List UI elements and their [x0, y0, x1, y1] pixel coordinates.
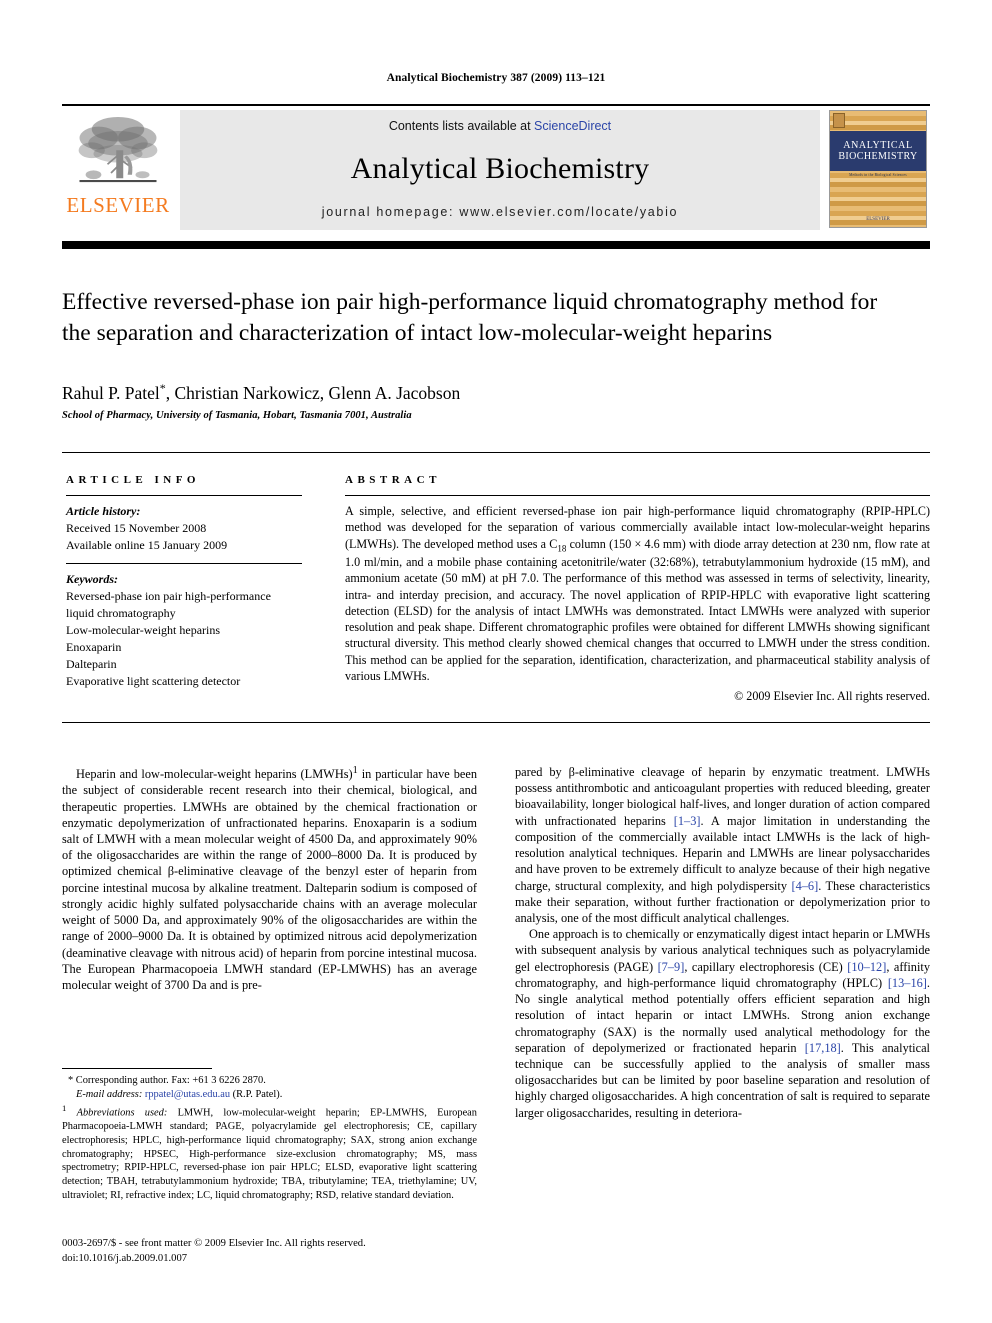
cover-title-line2: BIOCHEMISTRY	[838, 151, 918, 162]
reference-link[interactable]: [10–12]	[847, 960, 886, 974]
abstract-heading: ABSTRACT	[345, 474, 441, 486]
article-info-heading: ARTICLE INFO	[66, 474, 200, 486]
keyword-item: Enoxaparin	[66, 640, 122, 655]
keyword-item: Evaporative light scattering detector	[66, 674, 241, 689]
article-history-received: Received 15 November 2008	[66, 521, 207, 536]
elsevier-logo: ELSEVIER	[62, 106, 174, 234]
abstract-column: ABSTRACT A simple, selective, and effici…	[345, 474, 930, 704]
body-paragraph: One approach is to chemically or enzymat…	[515, 926, 930, 1121]
affiliation: School of Pharmacy, University of Tasman…	[62, 410, 412, 421]
article-info-rule-2	[66, 563, 302, 565]
footnote-block: * Corresponding author. Fax: +61 3 6226 …	[62, 1074, 477, 1203]
article-history-online: Available online 15 January 2009	[66, 538, 228, 553]
body-paragraph: pared by β-eliminative cleavage of hepar…	[515, 764, 930, 926]
abstract-body: A simple, selective, and efficient rever…	[345, 503, 930, 684]
footnote-marker: 1	[62, 1102, 67, 1113]
reference-link[interactable]: [4–6]	[791, 879, 818, 893]
abstract-copyright: © 2009 Elsevier Inc. All rights reserved…	[734, 689, 930, 704]
keyword-item: liquid chromatography	[66, 606, 176, 621]
journal-title: Analytical Biochemistry	[350, 152, 650, 185]
abbreviations-label: Abbreviations used:	[76, 1107, 168, 1119]
contents-prefix: Contents lists available at	[388, 119, 535, 133]
sciencedirect-link[interactable]: ScienceDirect	[534, 119, 611, 133]
elsevier-wordmark: ELSEVIER	[66, 193, 170, 217]
footnote-abbreviations: 1 Abbreviations used: LMWH, low-molecula…	[62, 1103, 477, 1203]
running-head: Analytical Biochemistry 387 (2009) 113–1…	[386, 72, 606, 84]
reference-link[interactable]: [17,18]	[805, 1041, 841, 1055]
keyword-item: Dalteparin	[66, 657, 117, 672]
email-link[interactable]: rppatel@utas.edu.au	[145, 1089, 230, 1100]
body-paragraph: Heparin and low-molecular-weight heparin…	[62, 764, 477, 993]
abbreviations-text: LMWH, low-molecular-weight heparin; EP-L…	[62, 1107, 477, 1202]
elsevier-tree-icon	[78, 117, 158, 183]
author-list: Rahul P. Patel*, Christian Narkowicz, Gl…	[62, 381, 882, 404]
keyword-item: Low-molecular-weight heparins	[66, 623, 221, 638]
body-column-left: Heparin and low-molecular-weight heparin…	[62, 764, 477, 993]
article-history-label: Article history:	[66, 504, 141, 518]
body-right-p2b: , capillary electrophoresis (CE)	[684, 959, 848, 974]
keywords-block: Keywords: Reversed-phase ion pair high-p…	[66, 571, 302, 690]
reference-link[interactable]: [1–3]	[674, 814, 701, 828]
masthead-black-bar	[62, 241, 930, 249]
journal-cover-cell: ANALYTICAL BIOCHEMISTRY Methods in the B…	[826, 106, 930, 234]
keywords-label: Keywords:	[66, 572, 118, 587]
journal-cover-thumbnail: ANALYTICAL BIOCHEMISTRY Methods in the B…	[829, 110, 927, 228]
body-column-right: pared by β-eliminative cleavage of hepar…	[515, 764, 930, 1121]
body-left-p1b: in particular have been the subject of c…	[62, 767, 478, 992]
info-panel-bottom-rule	[62, 722, 930, 723]
cover-publisher: ELSEVIER	[866, 217, 890, 222]
email-label: E-mail address:	[76, 1088, 143, 1100]
footnote-email-line: E-mail address: rppatel@utas.edu.au (R.P…	[62, 1088, 477, 1102]
issn-copyright-line: 0003-2697/$ - see front matter © 2009 El…	[62, 1238, 366, 1249]
journal-article-page: Analytical Biochemistry 387 (2009) 113–1…	[0, 0, 992, 1323]
email-suffix: (R.P. Patel).	[230, 1088, 283, 1100]
info-panel-top-rule	[62, 452, 930, 453]
footnote-corresponding-author: * Corresponding author. Fax: +61 3 6226 …	[68, 1075, 266, 1086]
journal-banner: Contents lists available at ScienceDirec…	[180, 110, 820, 230]
issn-block: 0003-2697/$ - see front matter © 2009 El…	[62, 1236, 492, 1266]
journal-masthead: ELSEVIER Contents lists available at Sci…	[62, 104, 930, 234]
author-names-rest: , Christian Narkowicz, Glenn A. Jacobson	[165, 382, 461, 403]
journal-homepage-line[interactable]: journal homepage: www.elsevier.com/locat…	[322, 205, 678, 219]
keyword-item: Reversed-phase ion pair high-performance	[66, 589, 271, 604]
page-title: Effective reversed-phase ion pair high-p…	[62, 289, 878, 346]
cover-title-band: ANALYTICAL BIOCHEMISTRY	[830, 131, 926, 171]
cover-corner-mark	[833, 113, 845, 128]
cover-title-line1: ANALYTICAL	[843, 139, 913, 151]
author-names: Rahul P. Patel	[62, 382, 160, 403]
abstract-rule	[345, 495, 930, 496]
reference-link[interactable]: [13–16]	[888, 976, 927, 990]
abstract-subscript: 18	[557, 542, 567, 553]
reference-link[interactable]: [7–9]	[658, 960, 685, 974]
abstract-part-2: column (150 × 4.6 mm) with diode array d…	[345, 536, 930, 683]
cover-subtitle: Methods in the Biological Sciences	[849, 173, 907, 177]
article-info-rule-1	[66, 495, 302, 496]
body-left-p1a: Heparin and low-molecular-weight heparin…	[76, 767, 353, 782]
footnote-rule	[62, 1068, 212, 1069]
contents-lists-line: Contents lists available at ScienceDirec…	[389, 119, 611, 133]
doi-line[interactable]: doi:10.1016/j.ab.2009.01.007	[62, 1251, 492, 1266]
article-info-column: ARTICLE INFO Article history: Received 1…	[66, 474, 302, 690]
